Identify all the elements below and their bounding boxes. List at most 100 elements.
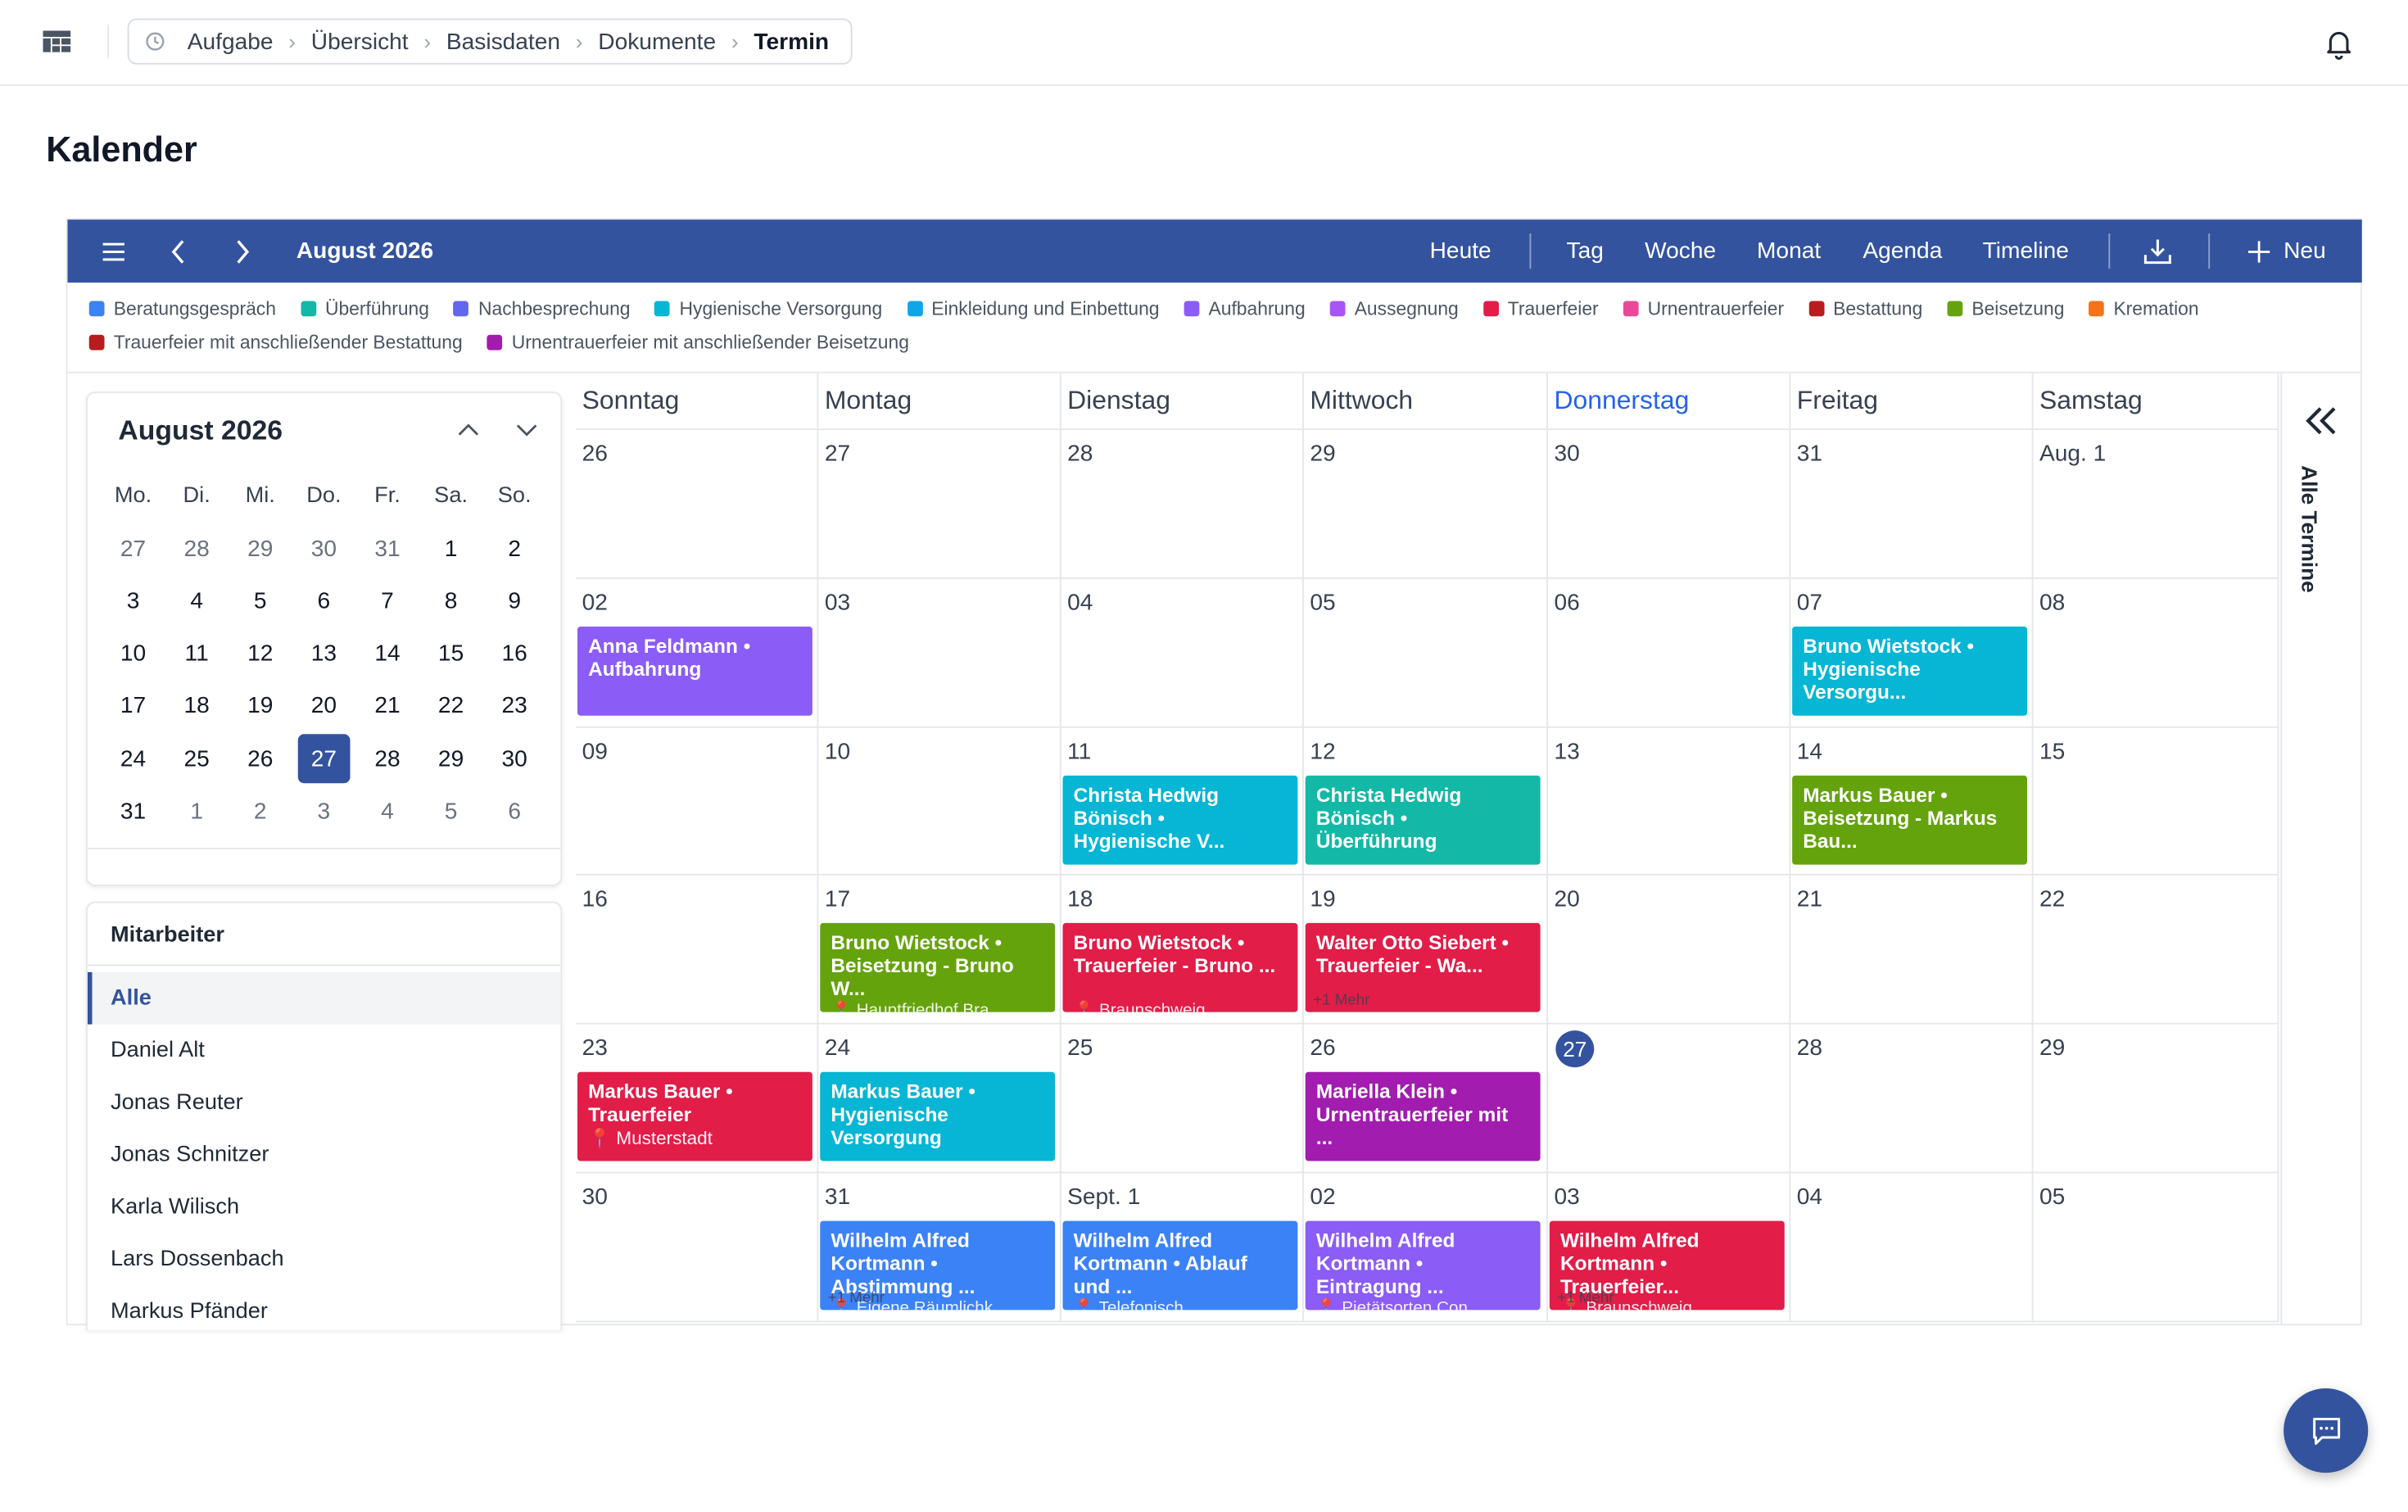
- staff-item[interactable]: Jonas Schnitzer: [88, 1129, 561, 1181]
- mini-day-selected[interactable]: 27: [292, 732, 356, 785]
- staff-item[interactable]: Lars Dossenbach: [88, 1234, 561, 1286]
- day-cell[interactable]: 19 Walter Otto Siebert • Trauerfeier - Wa…: [1303, 876, 1548, 1025]
- next-icon[interactable]: [233, 220, 252, 283]
- mini-day[interactable]: 28: [355, 732, 419, 785]
- day-number[interactable]: 10: [825, 738, 850, 764]
- staff-item[interactable]: Markus Pfänder: [88, 1285, 561, 1329]
- all-appointments-panel[interactable]: Alle Termine: [2280, 373, 2363, 1326]
- mini-day[interactable]: 13: [292, 627, 356, 680]
- mini-day[interactable]: 1: [165, 785, 229, 837]
- view-month-button[interactable]: Monat: [1757, 220, 1821, 283]
- mini-day[interactable]: 2: [229, 785, 292, 837]
- staff-item[interactable]: Alle: [87, 971, 561, 1025]
- day-cell[interactable]: Aug. 1: [2033, 430, 2279, 579]
- day-cell[interactable]: 02 Wilhelm Alfred Kortmann • Eintragung .…: [1303, 1173, 1548, 1322]
- mini-day[interactable]: 5: [229, 575, 292, 627]
- day-cell[interactable]: 16: [576, 876, 819, 1025]
- day-number[interactable]: 06: [1555, 590, 1580, 616]
- day-number[interactable]: 25: [1067, 1035, 1093, 1062]
- prev-icon[interactable]: [169, 220, 188, 283]
- day-cell[interactable]: 24 Markus Bauer • Hygienische Versorgung: [818, 1024, 1061, 1174]
- mini-day[interactable]: 2: [482, 523, 546, 575]
- day-number[interactable]: 07: [1797, 590, 1822, 616]
- day-cell[interactable]: 09: [576, 727, 819, 876]
- event-card[interactable]: Walter Otto Siebert • Trauerfeier - Wa..…: [1305, 923, 1541, 1013]
- day-number[interactable]: 26: [582, 441, 608, 467]
- event-card[interactable]: Christa Hedwig Bönisch • Überführung: [1305, 775, 1541, 864]
- day-cell[interactable]: 27: [1548, 1024, 1791, 1174]
- event-card[interactable]: Christa Hedwig Bönisch • Hygienische V..…: [1062, 775, 1298, 864]
- mini-day[interactable]: 15: [419, 627, 483, 680]
- day-number[interactable]: Aug. 1: [2039, 441, 2106, 467]
- day-cell[interactable]: 04: [1790, 1173, 2034, 1322]
- day-cell[interactable]: 11 Christa Hedwig Bönisch • Hygienische V…: [1061, 727, 1304, 876]
- day-number[interactable]: 18: [1067, 887, 1093, 913]
- staff-item[interactable]: Daniel Alt: [88, 1025, 561, 1077]
- mini-day[interactable]: 14: [355, 627, 419, 680]
- day-cell[interactable]: 29: [2033, 1024, 2279, 1174]
- mini-day[interactable]: 29: [419, 732, 483, 785]
- day-cell[interactable]: 18 Bruno Wietstock • Trauerfeier - Bruno …: [1061, 876, 1304, 1025]
- day-number[interactable]: 04: [1067, 590, 1093, 616]
- mini-day[interactable]: 17: [102, 680, 165, 732]
- day-number[interactable]: 08: [2039, 590, 2065, 616]
- mini-day[interactable]: 27: [102, 523, 165, 575]
- day-cell[interactable]: 28: [1061, 430, 1304, 579]
- day-cell[interactable]: 03 Wilhelm Alfred Kortmann • Trauerfeier.…: [1548, 1173, 1791, 1322]
- day-number[interactable]: 14: [1797, 738, 1822, 764]
- day-number[interactable]: 30: [582, 1184, 608, 1211]
- new-button[interactable]: Neu: [2247, 220, 2326, 283]
- mini-day[interactable]: 11: [165, 627, 229, 680]
- day-number[interactable]: 13: [1555, 738, 1580, 764]
- day-number[interactable]: 21: [1797, 887, 1822, 913]
- day-number[interactable]: 22: [2039, 887, 2065, 913]
- mini-day[interactable]: 28: [165, 523, 229, 575]
- day-cell[interactable]: 22: [2033, 876, 2279, 1025]
- day-cell[interactable]: 31: [1790, 430, 2034, 579]
- breadcrumb-item[interactable]: Basisdaten: [446, 29, 560, 55]
- mini-day[interactable]: 30: [292, 523, 356, 575]
- mini-day[interactable]: 8: [419, 575, 483, 627]
- day-cell[interactable]: 05: [1303, 578, 1548, 727]
- mini-day[interactable]: 18: [165, 680, 229, 732]
- mini-day[interactable]: 1: [419, 523, 483, 575]
- event-card[interactable]: Markus Bauer • Trauerfeier 📍 Musterstadt: [577, 1072, 812, 1161]
- day-number[interactable]: 28: [1067, 441, 1093, 467]
- mini-day[interactable]: 20: [292, 680, 356, 732]
- breadcrumb-item[interactable]: Aufgabe: [188, 29, 274, 55]
- day-number[interactable]: 31: [825, 1184, 850, 1211]
- mini-day[interactable]: 29: [229, 523, 292, 575]
- event-card[interactable]: Bruno Wietstock • Trauerfeier - Bruno ..…: [1062, 923, 1298, 1013]
- day-number[interactable]: 23: [582, 1035, 608, 1062]
- chevron-down-icon[interactable]: [514, 418, 539, 442]
- day-number[interactable]: 16: [582, 887, 608, 913]
- day-number[interactable]: 12: [1310, 738, 1335, 764]
- history-icon[interactable]: [144, 31, 165, 52]
- event-card[interactable]: Bruno Wietstock • Beisetzung - Bruno W..…: [820, 923, 1056, 1013]
- period-title[interactable]: August 2026: [296, 220, 433, 283]
- mini-day[interactable]: 31: [102, 785, 165, 837]
- day-number[interactable]: 02: [1310, 1184, 1335, 1211]
- day-cell[interactable]: 21: [1790, 876, 2034, 1025]
- view-agenda-button[interactable]: Agenda: [1863, 220, 1942, 283]
- day-cell[interactable]: 23 Markus Bauer • Trauerfeier 📍 Musterstad…: [576, 1024, 819, 1174]
- more-events-link[interactable]: +1 Mehr: [1557, 1287, 1614, 1310]
- double-chevron-left-icon[interactable]: [2304, 404, 2341, 437]
- event-card[interactable]: Wilhelm Alfred Kortmann • Trauerfeier...…: [1549, 1220, 1785, 1311]
- today-marker[interactable]: 27: [1555, 1030, 1595, 1068]
- day-number[interactable]: 03: [825, 590, 850, 616]
- chevron-up-icon[interactable]: [456, 418, 481, 442]
- day-cell[interactable]: Sept. 1 Wilhelm Alfred Kortmann • Ablauf …: [1061, 1173, 1304, 1322]
- breadcrumb-item[interactable]: Übersicht: [311, 29, 409, 55]
- day-number[interactable]: 24: [825, 1035, 850, 1062]
- mini-day[interactable]: 30: [482, 732, 546, 785]
- day-number[interactable]: 26: [1310, 1035, 1335, 1062]
- mini-day[interactable]: 3: [292, 785, 356, 837]
- day-number[interactable]: 30: [1555, 441, 1580, 467]
- bell-icon[interactable]: [2322, 26, 2356, 60]
- mini-day[interactable]: 31: [355, 523, 419, 575]
- day-cell[interactable]: 20: [1548, 876, 1791, 1025]
- mini-day[interactable]: 7: [355, 575, 419, 627]
- menu-icon[interactable]: [102, 220, 126, 283]
- event-card[interactable]: Wilhelm Alfred Kortmann • Abstimmung ...…: [820, 1220, 1056, 1311]
